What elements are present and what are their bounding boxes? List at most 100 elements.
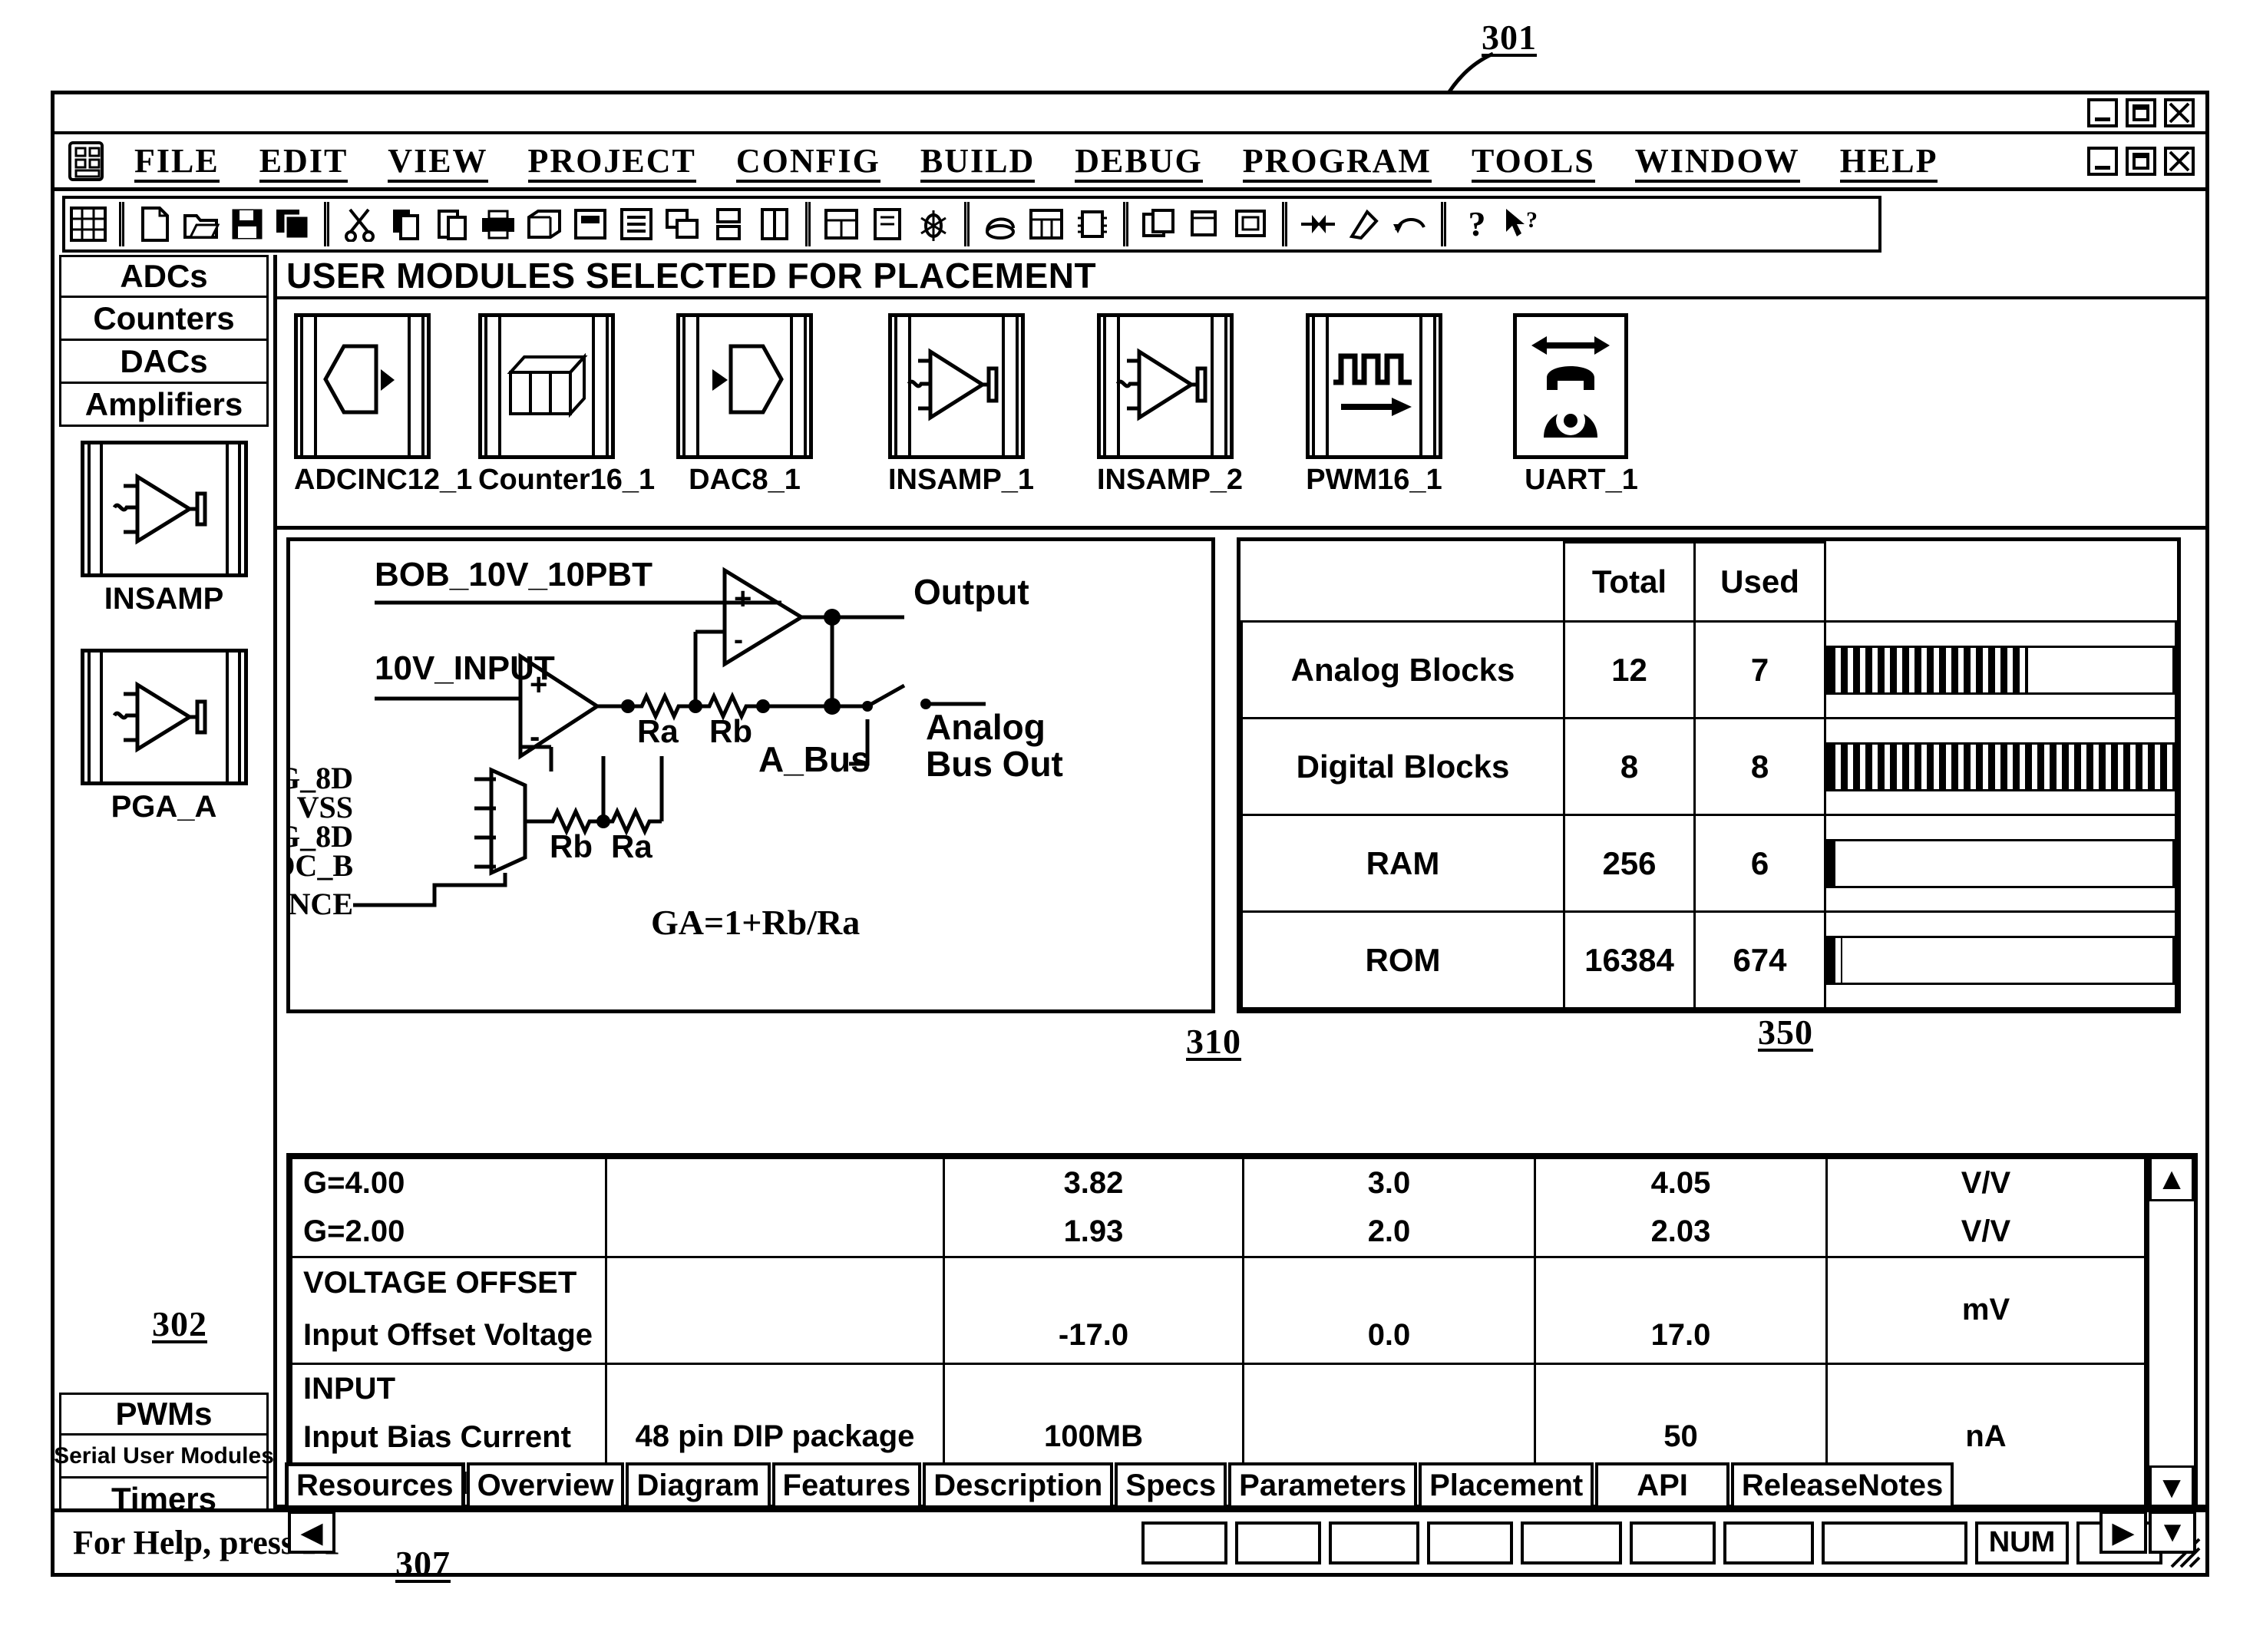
connect-icon[interactable] xyxy=(1297,203,1339,245)
tab-parameters[interactable]: Parameters xyxy=(1228,1462,1418,1505)
list-icon[interactable] xyxy=(616,203,657,245)
menu-debug-label: DEBUG xyxy=(1075,142,1203,183)
menu-build[interactable]: BUILD xyxy=(900,141,1055,183)
diagram-label-bob: BOB_10V_10PBT xyxy=(375,556,652,593)
user-modules-strip[interactable]: ADCINC12_1 Counter16_1 DAC8_1 INSAMP_1 I… xyxy=(277,299,2205,530)
chip-icon[interactable] xyxy=(980,203,1021,245)
menu-config-label: CONFIG xyxy=(735,142,880,183)
help-question-icon[interactable]: ? xyxy=(1456,203,1498,245)
resources-col-used: Used xyxy=(1693,540,1826,623)
minimize-icon-mdi[interactable] xyxy=(2087,147,2118,176)
menu-config[interactable]: CONFIG xyxy=(716,141,900,183)
menu-edit[interactable]: EDIT xyxy=(240,141,368,183)
catalog-module-pga-a[interactable] xyxy=(80,649,248,785)
user-module-adcinc12-1[interactable]: ADCINC12_1 xyxy=(294,313,472,497)
print-icon[interactable] xyxy=(477,203,519,245)
paste-icon[interactable] xyxy=(431,203,473,245)
specs-table-panel[interactable]: G=4.00 3.82 3.0 4.05 V/V G=2.00 1.93 2.0 xyxy=(286,1153,2198,1514)
grid2-icon[interactable] xyxy=(1026,203,1067,245)
tab-api[interactable]: API xyxy=(1595,1462,1729,1505)
tab-release-notes[interactable]: ReleaseNotes xyxy=(1730,1462,1954,1505)
properties-icon[interactable] xyxy=(570,203,611,245)
resources-col-blank xyxy=(1241,542,1564,622)
user-module-dac8-1[interactable]: DAC8_1 xyxy=(676,313,813,497)
scroll-right-icon[interactable]: ▶ xyxy=(2099,1511,2147,1554)
close-icon[interactable] xyxy=(2164,98,2195,127)
menu-window[interactable]: WINDOW xyxy=(1615,141,1820,183)
tab-specs[interactable]: Specs xyxy=(1115,1462,1227,1505)
user-module-uart-1[interactable]: UART_1 xyxy=(1513,313,1650,497)
minimize-icon[interactable] xyxy=(2087,98,2118,127)
help-pointer-icon[interactable]: ? xyxy=(1502,203,1544,245)
user-module-pwm16-1[interactable]: PWM16_1 xyxy=(1306,313,1442,497)
status-pane-4 xyxy=(1427,1521,1513,1564)
user-module-counter16-1[interactable]: Counter16_1 xyxy=(478,313,655,497)
menu-program[interactable]: PROGRAM xyxy=(1223,141,1452,183)
scroll-up-icon[interactable]: ▲ xyxy=(2149,1157,2194,1201)
tab-diagram[interactable]: Diagram xyxy=(626,1462,771,1505)
grid-icon[interactable] xyxy=(68,203,109,245)
menu-help[interactable]: HELP xyxy=(1820,141,1958,183)
new-file-icon[interactable] xyxy=(134,203,176,245)
close-icon-mdi[interactable] xyxy=(2164,147,2195,176)
user-module-insamp-1-label: INSAMP_1 xyxy=(888,464,1035,496)
table-row[interactable]: G=2.00 1.93 2.0 2.03 V/V xyxy=(290,1207,2146,1258)
table-row[interactable]: VOLTAGE OFFSET mV xyxy=(290,1255,2146,1366)
table-row: ROM 16384 674 xyxy=(1241,910,2177,1009)
menu-view[interactable]: VIEW xyxy=(368,141,507,183)
user-module-insamp-1[interactable]: INSAMP_1 xyxy=(888,313,1035,497)
bug-icon[interactable] xyxy=(913,203,954,245)
sidebar-item-pwms[interactable]: PWMs xyxy=(59,1393,269,1436)
wand-icon[interactable] xyxy=(1343,203,1385,245)
window3-icon[interactable] xyxy=(1231,203,1272,245)
open-folder-icon[interactable] xyxy=(180,203,222,245)
tab-overview[interactable]: Overview xyxy=(466,1462,625,1505)
menu-debug[interactable]: DEBUG xyxy=(1055,141,1222,183)
scroll-down-icon-2[interactable]: ▼ xyxy=(2149,1511,2196,1554)
sidebar-item-counters[interactable]: Counters xyxy=(59,298,269,341)
catalog-module-insamp[interactable] xyxy=(80,441,248,577)
resource-bar-digital-blocks xyxy=(1824,717,2177,817)
toolbar-standard[interactable]: ? ? xyxy=(62,196,1881,253)
tile-icon[interactable] xyxy=(662,203,703,245)
sidebar-item-dacs[interactable]: DACs xyxy=(59,341,269,384)
save-all-icon[interactable] xyxy=(273,203,314,245)
tab-placement[interactable]: Placement xyxy=(1419,1462,1594,1505)
sidebar-item-serial-user-modules[interactable]: Serial User Modules xyxy=(54,1436,274,1479)
menu-file[interactable]: FILE xyxy=(114,141,240,183)
save-icon[interactable] xyxy=(226,203,268,245)
tab-features[interactable]: Features xyxy=(771,1462,922,1505)
copy-icon[interactable] xyxy=(385,203,427,245)
window-icon[interactable] xyxy=(1138,203,1180,245)
tab-description[interactable]: Description xyxy=(923,1462,1114,1505)
diagram-label-output: Output xyxy=(913,572,1029,612)
table-row[interactable]: G=4.00 3.82 3.0 4.05 V/V xyxy=(290,1157,2146,1208)
print-preview-icon[interactable] xyxy=(524,203,565,245)
specs-vertical-scrollbar[interactable]: ▲ ▼ xyxy=(2146,1157,2194,1510)
table-icon[interactable] xyxy=(821,203,862,245)
user-module-insamp-2[interactable]: INSAMP_2 xyxy=(1097,313,1243,497)
spec-package-2 xyxy=(605,1255,945,1366)
chip2-icon[interactable] xyxy=(1072,203,1113,245)
toolbar-separator xyxy=(119,202,124,246)
menu-tools[interactable]: TOOLS xyxy=(1452,141,1615,183)
scroll-left-icon[interactable]: ◀ xyxy=(288,1511,335,1554)
maximize-icon-mdi[interactable] xyxy=(2126,147,2156,176)
undo-arrow-icon[interactable] xyxy=(1389,203,1431,245)
menu-bar[interactable]: FILE EDIT VIEW PROJECT CONFIG BUILD DEBU… xyxy=(55,134,2205,191)
table-row[interactable]: INPUT 48 pin DIP package 100MB 50 nA xyxy=(290,1363,2146,1510)
window-controls-outer[interactable] xyxy=(2087,98,2195,127)
tab-bar[interactable]: Resources Overview Diagram Features Desc… xyxy=(277,1462,2205,1508)
maximize-icon[interactable] xyxy=(2126,98,2156,127)
sidebar-item-adcs[interactable]: ADCs xyxy=(59,255,269,298)
columns-icon[interactable] xyxy=(754,203,795,245)
document-icon[interactable] xyxy=(867,203,908,245)
window-controls-inner[interactable] xyxy=(2087,147,2195,176)
cut-scissors-icon[interactable] xyxy=(339,203,381,245)
sidebar-item-amplifiers-label: Amplifiers xyxy=(84,385,243,422)
menu-project[interactable]: PROJECT xyxy=(508,141,716,183)
sidebar-item-amplifiers[interactable]: Amplifiers xyxy=(59,384,269,427)
split-icon[interactable] xyxy=(708,203,749,245)
window2-icon[interactable] xyxy=(1184,203,1226,245)
tab-resources[interactable]: Resources xyxy=(285,1462,465,1505)
